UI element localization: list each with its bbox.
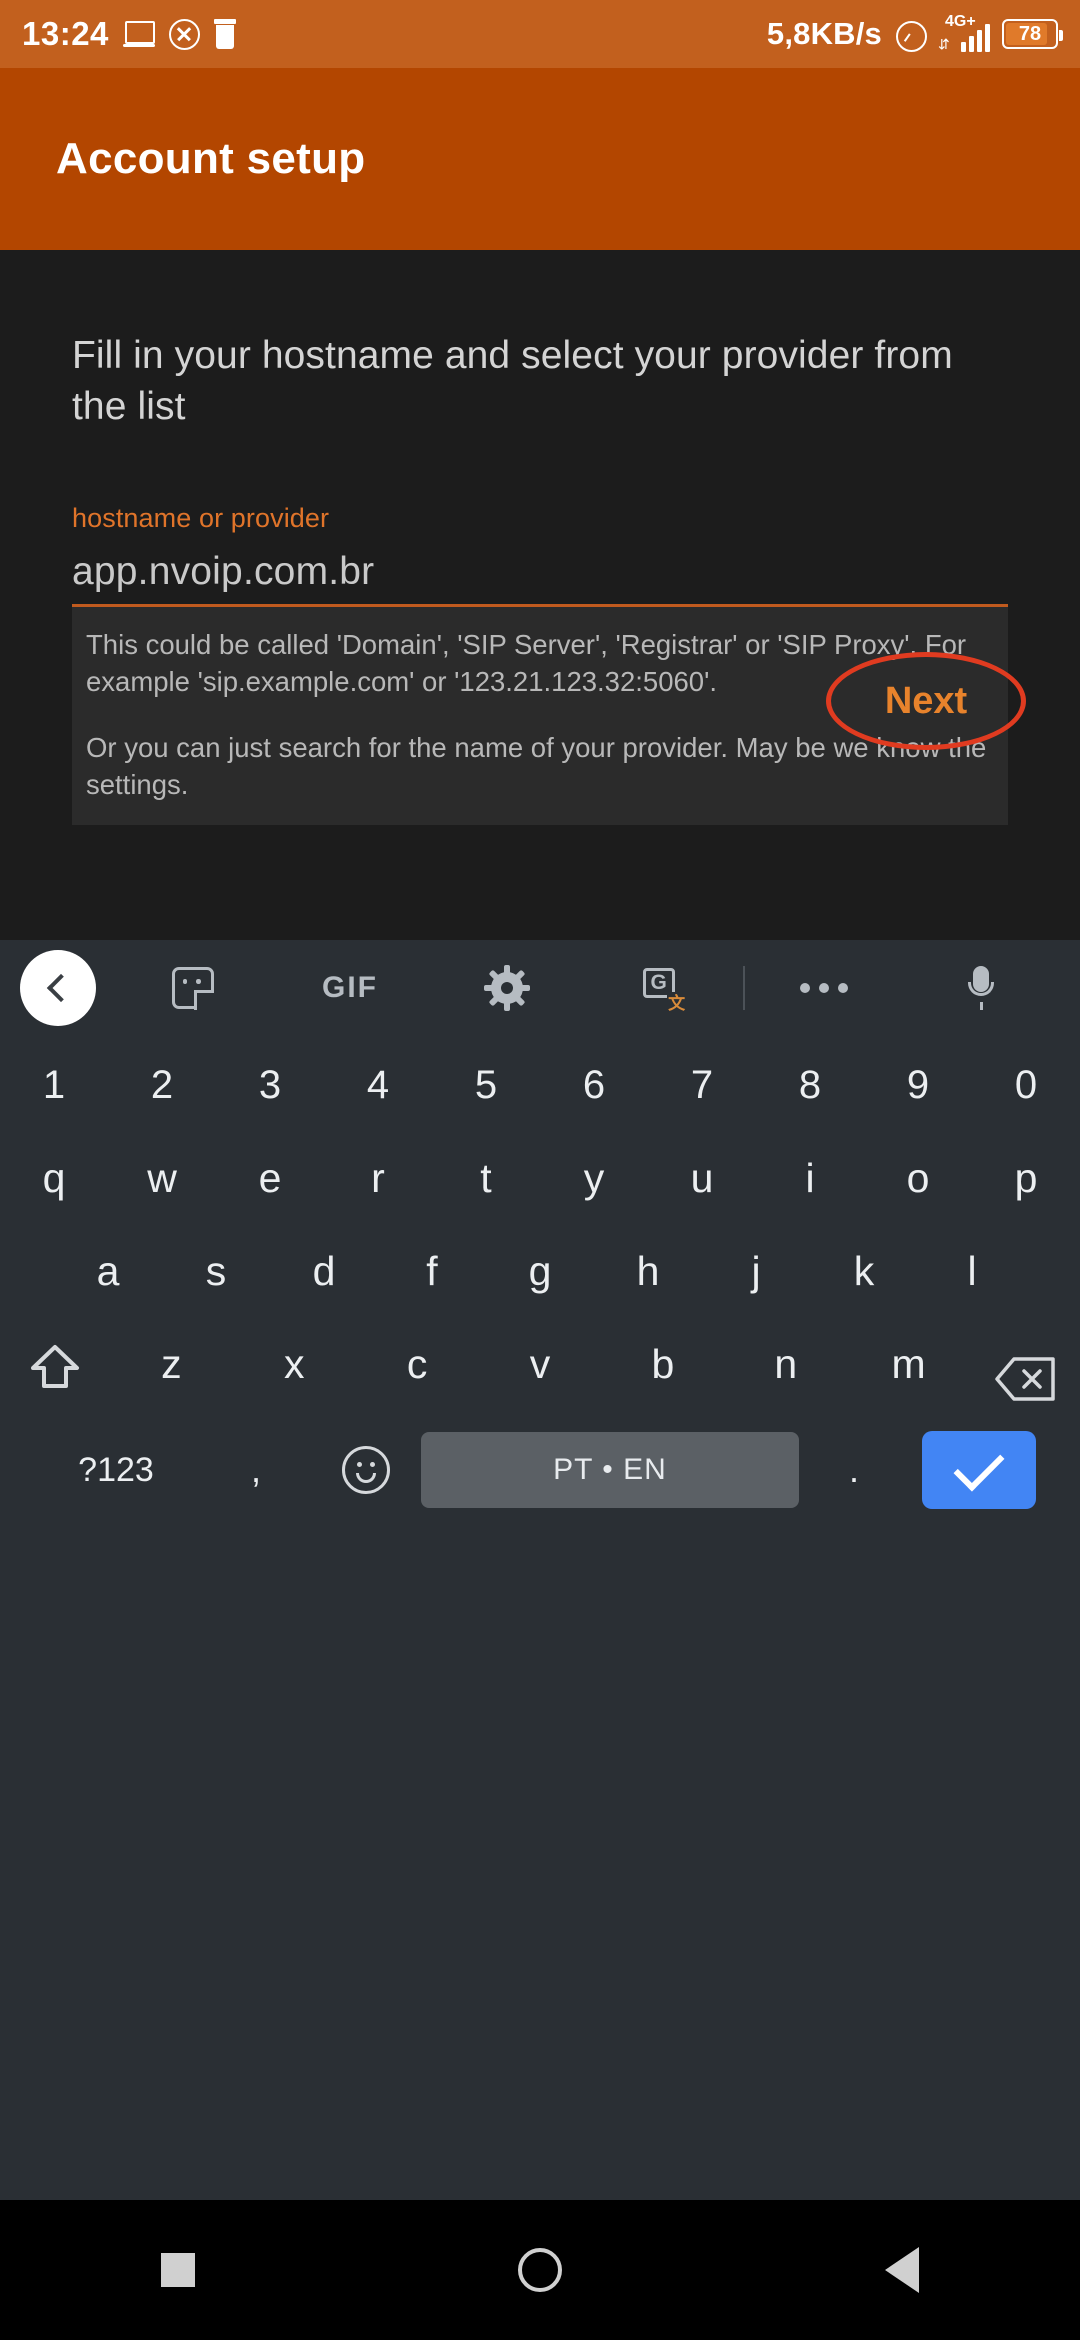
keyboard-row-function: ?123 , PT • EN . bbox=[0, 1420, 1080, 1520]
translate-icon: G 文 bbox=[642, 968, 687, 1013]
key-z[interactable]: z bbox=[110, 1320, 233, 1408]
key-3[interactable]: 3 bbox=[216, 1041, 324, 1129]
key-h[interactable]: h bbox=[594, 1227, 702, 1315]
key-m[interactable]: m bbox=[847, 1320, 970, 1408]
key-0[interactable]: 0 bbox=[972, 1041, 1080, 1129]
key-k[interactable]: k bbox=[810, 1227, 918, 1315]
key-f[interactable]: f bbox=[378, 1227, 486, 1315]
period-key[interactable]: . bbox=[799, 1449, 909, 1491]
key-j[interactable]: j bbox=[702, 1227, 810, 1315]
backspace-key[interactable] bbox=[970, 1320, 1080, 1408]
key-8[interactable]: 8 bbox=[756, 1041, 864, 1129]
back-button[interactable] bbox=[884, 2247, 919, 2293]
status-bar: 13:24 5,8KB/s 4G+ ⇵ 78 bbox=[0, 0, 1080, 68]
gif-icon: GIF bbox=[321, 971, 378, 1004]
key-u[interactable]: u bbox=[648, 1134, 756, 1222]
keyboard-rows: 1 2 3 4 5 6 7 8 9 0 q w e r t y u i o p … bbox=[0, 1041, 1080, 1520]
key-r[interactable]: r bbox=[324, 1134, 432, 1222]
key-w[interactable]: w bbox=[108, 1134, 216, 1222]
key-n[interactable]: n bbox=[724, 1320, 847, 1408]
more-dots-icon bbox=[799, 983, 848, 993]
keyboard-row-home: a s d f g h j k l bbox=[0, 1227, 1080, 1315]
keyboard-toolbar: GIF G 文 bbox=[0, 940, 1080, 1036]
key-l[interactable]: l bbox=[918, 1227, 1026, 1315]
symbols-key[interactable]: ?123 bbox=[31, 1451, 201, 1490]
enter-key-button[interactable] bbox=[922, 1431, 1036, 1509]
sticker-icon bbox=[171, 967, 215, 1010]
data-arrows-icon: ⇵ bbox=[938, 36, 950, 52]
navigation-bar bbox=[0, 2200, 1080, 2340]
toolbar-sticker-button[interactable] bbox=[114, 967, 271, 1010]
x-circle-icon bbox=[168, 18, 200, 50]
hostname-field-label: hostname or provider bbox=[72, 502, 330, 533]
enter-key[interactable] bbox=[909, 1431, 1049, 1509]
key-i[interactable]: i bbox=[756, 1134, 864, 1222]
status-bar-right: 5,8KB/s 4G+ ⇵ 78 bbox=[766, 14, 1063, 52]
key-b[interactable]: b bbox=[601, 1320, 724, 1408]
key-t[interactable]: t bbox=[432, 1134, 540, 1222]
key-9[interactable]: 9 bbox=[864, 1041, 972, 1129]
emoji-icon bbox=[342, 1446, 390, 1494]
microphone-icon bbox=[968, 966, 995, 1010]
key-6[interactable]: 6 bbox=[540, 1041, 648, 1129]
soft-keyboard: GIF G 文 1 2 3 4 5 6 7 8 9 0 q w e r t y … bbox=[0, 940, 1080, 2200]
laptop-cast-icon bbox=[122, 21, 155, 47]
toolbar-more-button[interactable] bbox=[745, 983, 902, 993]
keyboard-row-bottom: z x c v b n m bbox=[0, 1320, 1080, 1408]
key-x[interactable]: x bbox=[233, 1320, 356, 1408]
backspace-icon bbox=[994, 1344, 1056, 1401]
status-time: 13:24 bbox=[22, 15, 109, 52]
key-q[interactable]: q bbox=[0, 1134, 108, 1222]
signal-bars bbox=[960, 24, 990, 52]
emoji-key[interactable] bbox=[311, 1446, 421, 1494]
key-o[interactable]: o bbox=[864, 1134, 972, 1222]
key-p[interactable]: p bbox=[972, 1134, 1080, 1222]
toolbar-translate-button[interactable]: G 文 bbox=[586, 968, 743, 1013]
key-y[interactable]: y bbox=[540, 1134, 648, 1222]
next-button[interactable]: Next bbox=[826, 652, 1026, 750]
toolbar-voice-button[interactable] bbox=[903, 966, 1060, 1010]
signal-icon: 4G+ ⇵ bbox=[938, 14, 990, 52]
recents-button[interactable] bbox=[161, 2253, 196, 2287]
chevron-left-icon bbox=[46, 973, 76, 1003]
toolbar-settings-button[interactable] bbox=[429, 965, 586, 1011]
trash-icon bbox=[213, 19, 236, 49]
app-bar: Account setup bbox=[0, 68, 1080, 250]
hostname-input[interactable]: app.nvoip.com.br bbox=[72, 550, 1008, 594]
toolbar-back-button[interactable] bbox=[20, 950, 96, 1026]
key-1[interactable]: 1 bbox=[0, 1041, 108, 1129]
page-title: Account setup bbox=[56, 134, 366, 183]
status-bar-left: 13:24 bbox=[22, 15, 236, 53]
key-c[interactable]: c bbox=[356, 1320, 479, 1408]
comma-key[interactable]: , bbox=[201, 1449, 311, 1491]
battery-level: 78 bbox=[1018, 22, 1042, 45]
key-e[interactable]: e bbox=[216, 1134, 324, 1222]
key-5[interactable]: 5 bbox=[432, 1041, 540, 1129]
key-2[interactable]: 2 bbox=[108, 1041, 216, 1129]
home-button[interactable] bbox=[517, 2248, 562, 2292]
shift-key[interactable] bbox=[0, 1320, 110, 1408]
key-7[interactable]: 7 bbox=[648, 1041, 756, 1129]
key-a[interactable]: a bbox=[54, 1227, 162, 1315]
next-button-area[interactable]: Next bbox=[826, 652, 1026, 750]
shift-icon bbox=[29, 1342, 81, 1392]
phone-screen: 13:24 5,8KB/s 4G+ ⇵ 78 Account setup Fil… bbox=[0, 0, 1080, 2340]
gear-icon bbox=[484, 965, 531, 1011]
battery-icon: 78 bbox=[1002, 19, 1063, 49]
main-content: Fill in your hostname and select your pr… bbox=[0, 250, 1080, 940]
key-d[interactable]: d bbox=[270, 1227, 378, 1315]
keyboard-row-numbers: 1 2 3 4 5 6 7 8 9 0 bbox=[0, 1041, 1080, 1129]
check-icon bbox=[953, 1440, 1005, 1492]
key-4[interactable]: 4 bbox=[324, 1041, 432, 1129]
key-v[interactable]: v bbox=[479, 1320, 602, 1408]
hostname-field-group[interactable]: hostname or provider app.nvoip.com.br bbox=[72, 503, 1008, 607]
space-key[interactable]: PT • EN bbox=[421, 1432, 799, 1508]
instruction-text: Fill in your hostname and select your pr… bbox=[72, 334, 953, 429]
key-g[interactable]: g bbox=[486, 1227, 594, 1315]
toolbar-gif-button[interactable]: GIF bbox=[271, 971, 428, 1005]
keyboard-row-top: q w e r t y u i o p bbox=[0, 1134, 1080, 1222]
key-s[interactable]: s bbox=[162, 1227, 270, 1315]
alarm-clock-icon bbox=[894, 18, 927, 52]
network-speed: 5,8KB/s bbox=[766, 16, 882, 51]
